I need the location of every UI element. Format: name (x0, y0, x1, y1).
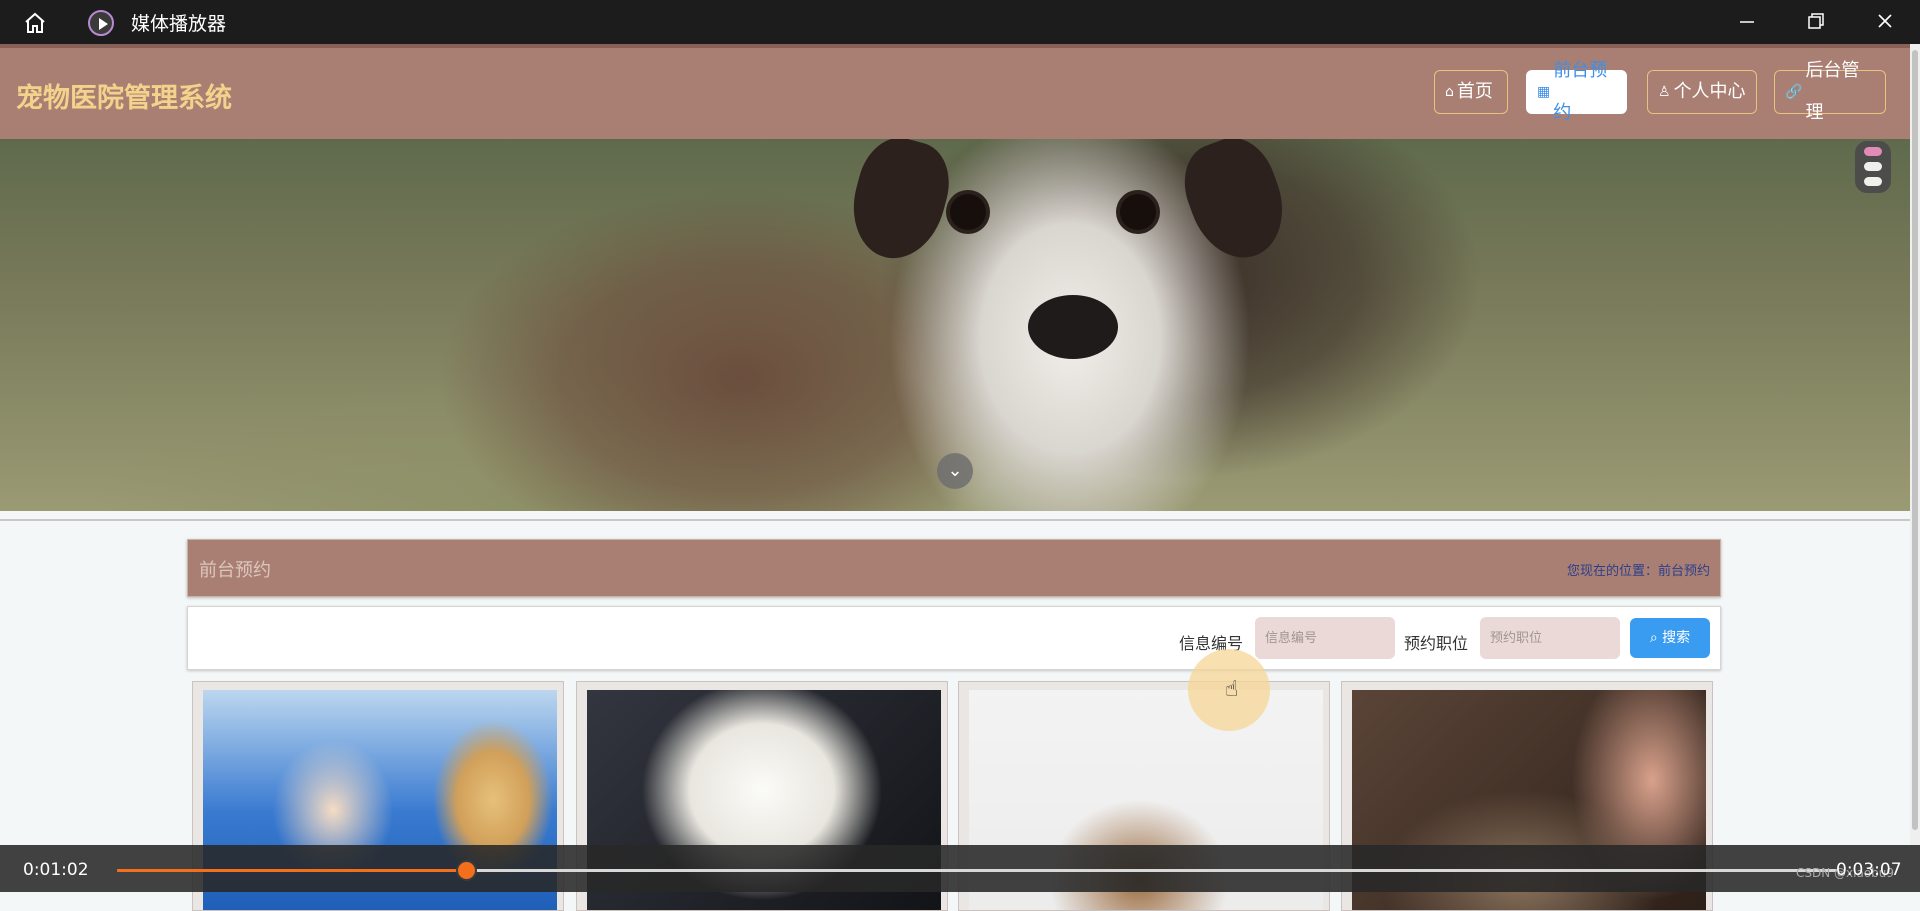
breadcrumb-current[interactable]: 前台预约 (1658, 564, 1710, 579)
restore-icon[interactable] (1800, 8, 1830, 36)
nav-personal-center[interactable]: ♙ 个人中心 (1647, 70, 1757, 114)
banner-dog-eye (1120, 194, 1156, 230)
nav-admin[interactable]: 🔗 后台管理 (1774, 60, 1886, 123)
booking-position-label: 预约职位 (1404, 634, 1469, 653)
hero-banner-image: ⌄ (0, 139, 1910, 511)
search-bar: 信息编号 预约职位 ⌕ 搜索 (187, 606, 1721, 670)
nav-home-label: 首页 (1456, 81, 1493, 102)
nav-personal-center-label: 个人中心 (1673, 81, 1746, 102)
search-icon: ⌕ (1649, 630, 1663, 646)
current-time: 0:01:02 (23, 860, 89, 880)
close-icon[interactable] (1870, 8, 1900, 36)
hand-cursor-icon: ☝ (1225, 677, 1239, 702)
site-brand[interactable]: 宠物医院管理系统 (16, 76, 232, 115)
carousel-indicator[interactable] (1855, 141, 1891, 193)
info-number-input[interactable] (1255, 617, 1395, 659)
minimize-icon[interactable] (1732, 8, 1762, 36)
grid-icon: ▦ (1537, 84, 1551, 100)
home-icon: ⌂ (1445, 84, 1454, 100)
seek-bar[interactable] (117, 862, 1837, 879)
nav-front-booking[interactable]: ▦ 前台预约 (1526, 60, 1627, 123)
player-controls: 0:01:02 CSDN @xiaobu9 0:03:07 (0, 845, 1920, 892)
carousel-dot[interactable] (1864, 162, 1882, 171)
chevron-down-icon[interactable]: ⌄ (937, 453, 973, 489)
user-icon: ♙ (1658, 84, 1671, 100)
seek-bar-progress (117, 869, 466, 872)
banner-dog-eye (950, 194, 986, 230)
search-button[interactable]: ⌕ 搜索 (1630, 618, 1710, 658)
banner-dog-nose (1028, 295, 1118, 359)
seek-handle[interactable] (458, 862, 475, 879)
breadcrumb: 您现在的位置：前台预约 (1567, 560, 1710, 579)
breadcrumb-label: 您现在的位置： (1566, 564, 1658, 579)
carousel-dot[interactable] (1864, 177, 1882, 186)
nav-admin-label: 后台管理 (1805, 60, 1860, 123)
scrollbar-thumb[interactable] (1912, 50, 1918, 830)
section-title: 前台预约 (199, 560, 271, 581)
nav-front-booking-label: 前台预约 (1553, 60, 1608, 123)
banner-dog-ear (841, 139, 959, 269)
nav-home[interactable]: ⌂ 首页 (1434, 70, 1508, 114)
total-time: 0:03:07 (1836, 860, 1902, 880)
banner-dog-ear (1172, 139, 1298, 271)
link-icon: 🔗 (1785, 84, 1803, 100)
player-title: 媒体播放器 (131, 13, 227, 35)
site-header: 宠物医院管理系统 ⌂ 首页 ▦ 前台预约 ♙ 个人中心 🔗 后台管理 (0, 44, 1910, 139)
search-button-label: 搜索 (1662, 630, 1691, 646)
divider (0, 519, 1910, 521)
booking-position-input[interactable] (1480, 617, 1620, 659)
carousel-dot[interactable] (1864, 147, 1882, 156)
player-title-bar: 媒体播放器 (0, 0, 1920, 44)
breadcrumb-bar: 前台预约 您现在的位置：前台预约 (187, 539, 1721, 597)
page-scrollbar[interactable] (1910, 44, 1920, 845)
home-icon[interactable] (22, 11, 48, 35)
media-player-logo-icon (88, 10, 114, 36)
